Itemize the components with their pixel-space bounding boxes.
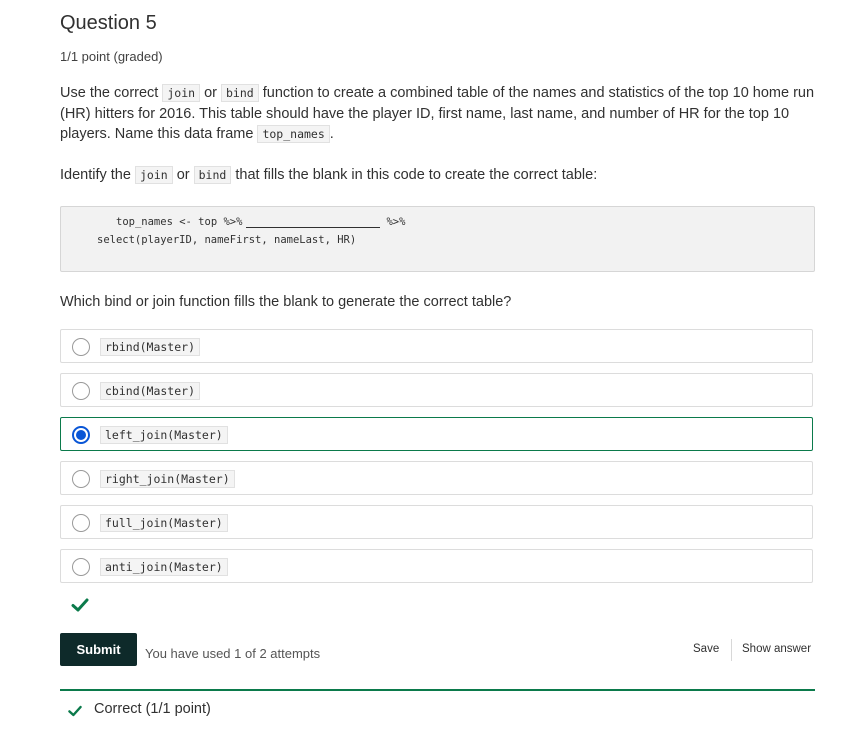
inline-code: top_names	[257, 125, 330, 143]
code-text: %>%	[386, 216, 406, 228]
option-left-join[interactable]: left_join(Master)	[60, 417, 813, 451]
option-right-join[interactable]: right_join(Master)	[60, 461, 813, 495]
option-rbind[interactable]: rbind(Master)	[60, 329, 813, 363]
inline-code: bind	[221, 84, 259, 102]
save-button[interactable]: Save	[693, 643, 719, 655]
radio-button[interactable]	[72, 338, 90, 356]
attempts-text: You have used 1 of 2 attempts	[145, 646, 321, 661]
show-answer-button[interactable]: Show answer	[742, 643, 811, 655]
text: or	[200, 85, 221, 101]
radio-selected-icon[interactable]	[72, 426, 90, 444]
problem-container: Question 5 1/1 point (graded) Use the co…	[0, 0, 867, 733]
code-text: top_names <- top %>%	[116, 216, 243, 228]
option-label: right_join(Master)	[100, 470, 235, 488]
radio-button[interactable]	[72, 382, 90, 400]
code-line-2: select(playerID, nameFirst, nameLast, HR…	[97, 234, 357, 246]
text: or	[172, 167, 194, 183]
radio-button[interactable]	[72, 558, 90, 576]
points-status: 1/1 point (graded)	[60, 49, 163, 64]
option-label: anti_join(Master)	[100, 558, 228, 576]
text: Use the correct	[60, 85, 163, 101]
option-full-join[interactable]: full_join(Master)	[60, 505, 813, 539]
text: Identify the	[60, 167, 135, 183]
option-label: cbind(Master)	[100, 382, 201, 400]
code-line-1: top_names <- top %>% %>%	[116, 216, 405, 228]
check-icon	[71, 598, 89, 612]
problem-description: Use the correct join or bind function to…	[60, 83, 820, 145]
option-label: left_join(Master)	[100, 426, 228, 444]
inline-code: join	[134, 166, 173, 184]
instruction: Identify the join or bind that fills the…	[60, 165, 820, 186]
option-label: rbind(Master)	[100, 338, 201, 356]
radio-button[interactable]	[72, 470, 90, 488]
text: .	[329, 126, 334, 142]
option-anti-join[interactable]: anti_join(Master)	[60, 549, 813, 583]
feedback-message: Correct (1/1 point)	[94, 701, 211, 717]
submit-button[interactable]: Submit	[60, 633, 137, 666]
feedback-divider	[60, 689, 815, 691]
code-blank	[246, 217, 381, 228]
text: that fills the blank in this code to cre…	[231, 167, 598, 183]
inline-code: join	[162, 84, 201, 102]
code-block: top_names <- top %>% %>% select(playerID,…	[60, 206, 815, 272]
question-title: Question 5	[60, 12, 157, 34]
radio-button[interactable]	[72, 514, 90, 532]
inline-code: bind	[193, 166, 232, 184]
question-prompt: Which bind or join function fills the bl…	[60, 294, 512, 310]
option-cbind[interactable]: cbind(Master)	[60, 373, 813, 407]
divider	[731, 639, 732, 661]
option-label: full_join(Master)	[100, 514, 228, 532]
check-icon	[68, 705, 82, 717]
